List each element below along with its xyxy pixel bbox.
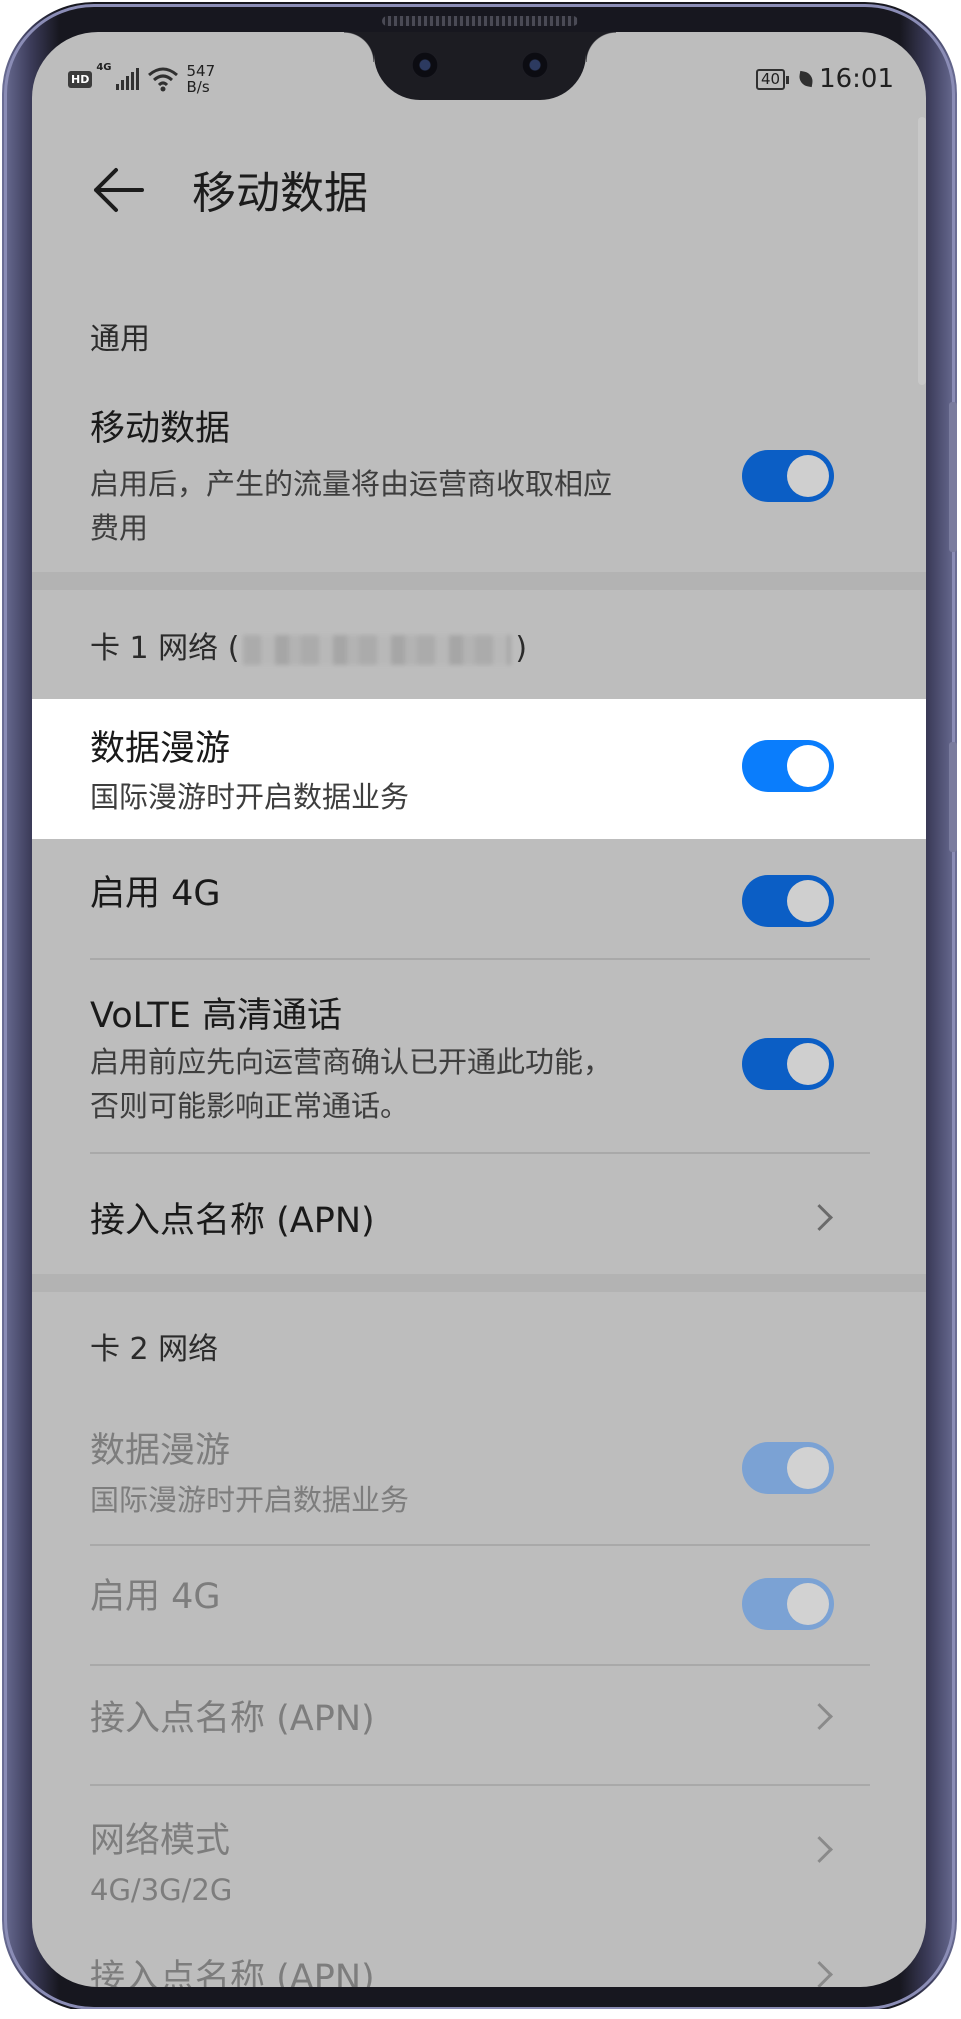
section-general-label: 通用 xyxy=(90,322,150,357)
toggle-knob xyxy=(787,1043,829,1085)
sim2-apn-title: 接入点名称 (APN) xyxy=(90,1699,375,1739)
divider xyxy=(90,1544,870,1546)
sim1-data-roaming-title: 数据漫游 xyxy=(90,729,231,769)
section-sim1-label: 卡 1 网络 () xyxy=(90,623,527,667)
toggle-knob xyxy=(787,880,829,922)
sim2-data-roaming-toggle[interactable] xyxy=(742,1442,834,1494)
chevron-right-icon xyxy=(806,1703,833,1730)
mobile-data-subtitle-1: 启用后，产生的流量将由运营商收取相应 xyxy=(90,467,613,501)
chevron-right-icon xyxy=(806,1204,833,1231)
sim1-volte-toggle[interactable] xyxy=(742,1038,834,1090)
signal-icon xyxy=(115,68,139,90)
divider xyxy=(90,1784,870,1786)
speed-unit: B/s xyxy=(186,78,210,96)
earpiece-speaker xyxy=(382,16,578,26)
sim1-volte-title: VoLTE 高清通话 xyxy=(90,996,342,1036)
screen: HD 4G 547 B/s 40 16:01 移动数据 通用 移动数据 启用后，… xyxy=(32,32,926,1987)
status-bar-left: HD 4G 547 B/s xyxy=(68,54,215,104)
toggle-knob xyxy=(787,745,829,787)
page-bottom-edge xyxy=(0,2009,961,2019)
front-camera-icon xyxy=(412,52,438,78)
sim2-data-roaming-subtitle: 国际漫游时开启数据业务 xyxy=(90,1483,410,1517)
mobile-data-title: 移动数据 xyxy=(90,409,231,449)
sim1-data-roaming-toggle[interactable] xyxy=(742,740,834,792)
display-notch xyxy=(344,32,616,100)
sim1-label-suffix: ) xyxy=(515,631,528,666)
battery-level: 40 xyxy=(760,69,781,88)
power-saving-leaf-icon xyxy=(797,70,815,88)
sim1-data-roaming-subtitle: 国际漫游时开启数据业务 xyxy=(90,780,410,814)
battery-icon: 40 xyxy=(755,68,790,90)
sim1-volte-subtitle-1: 启用前应先向运营商确认已开通此功能， xyxy=(90,1045,613,1079)
toggle-knob xyxy=(787,1583,829,1625)
toggle-knob xyxy=(787,1447,829,1489)
section-separator xyxy=(32,1274,926,1292)
mobile-data-subtitle-2: 费用 xyxy=(90,511,149,545)
redacted-number xyxy=(243,634,512,665)
divider xyxy=(90,1664,870,1666)
sim2-enable-4g-toggle[interactable] xyxy=(742,1578,834,1630)
network-type-label: 4G xyxy=(96,62,112,73)
sim2-network-mode-title: 网络模式 xyxy=(90,1821,231,1861)
sim2-data-roaming-title: 数据漫游 xyxy=(90,1431,231,1471)
page-title: 移动数据 xyxy=(192,168,368,219)
sim2-network-mode-value: 4G/3G/2G xyxy=(90,1873,233,1907)
wifi-icon xyxy=(147,67,178,92)
chevron-right-icon xyxy=(806,1836,833,1863)
toggle-knob xyxy=(787,455,829,497)
scrollbar[interactable] xyxy=(918,117,926,385)
power-button xyxy=(949,742,957,852)
network-speed: 547 B/s xyxy=(187,63,216,95)
hd-icon: HD xyxy=(68,70,93,88)
front-sensor-icon xyxy=(522,52,548,78)
sim2-apn-2-title: 接入点名称 (APN) xyxy=(90,1958,375,1987)
divider xyxy=(90,958,870,960)
sim1-label-prefix: 卡 1 网络 ( xyxy=(90,631,240,666)
sim1-volte-subtitle-2: 否则可能影响正常通话。 xyxy=(90,1089,410,1123)
back-arrow-icon[interactable] xyxy=(90,164,146,216)
sim2-enable-4g-title: 启用 4G xyxy=(90,1577,221,1617)
status-bar-right: 40 16:01 xyxy=(755,54,894,104)
chevron-right-icon xyxy=(806,1961,833,1987)
section-separator xyxy=(32,572,926,590)
sim1-apn-title: 接入点名称 (APN) xyxy=(90,1201,375,1241)
clock: 16:01 xyxy=(819,64,894,94)
sim1-enable-4g-toggle[interactable] xyxy=(742,875,834,927)
volume-button xyxy=(949,402,957,552)
mobile-data-toggle[interactable] xyxy=(742,450,834,502)
phone-frame: HD 4G 547 B/s 40 16:01 移动数据 通用 移动数据 启用后，… xyxy=(2,2,957,2012)
divider xyxy=(90,1152,870,1154)
section-sim2-label: 卡 2 网络 xyxy=(90,1332,219,1367)
sim1-enable-4g-title: 启用 4G xyxy=(90,874,221,914)
